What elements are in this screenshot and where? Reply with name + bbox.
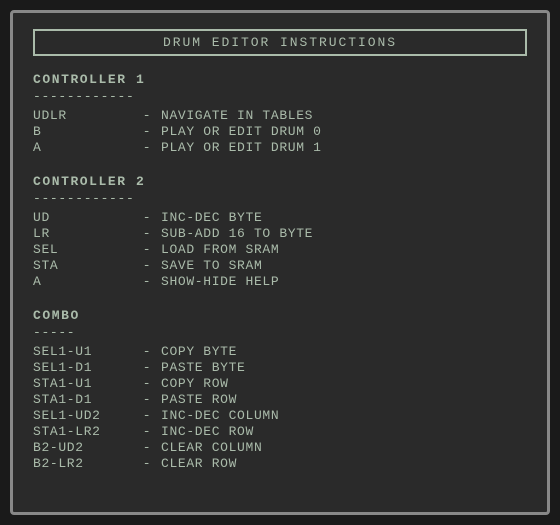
key-label: A <box>33 140 133 155</box>
instruction-row: STA1-D1-PASTE ROW <box>33 392 527 407</box>
key-label: SEL1-U1 <box>33 344 133 359</box>
instruction-desc: PLAY OR EDIT DRUM 0 <box>161 124 322 139</box>
instruction-desc: SUB-ADD 16 TO BYTE <box>161 226 313 241</box>
key-label: LR <box>33 226 133 241</box>
dash: - <box>133 456 161 471</box>
dash: - <box>133 124 161 139</box>
key-label: SEL <box>33 242 133 257</box>
dash: - <box>133 210 161 225</box>
dash: - <box>133 140 161 155</box>
instruction-row: SEL-LOAD FROM SRAM <box>33 242 527 257</box>
instruction-row: A-SHOW-HIDE HELP <box>33 274 527 289</box>
instruction-desc: CLEAR ROW <box>161 456 237 471</box>
key-label: UDLR <box>33 108 133 123</box>
instruction-desc: INC-DEC ROW <box>161 424 254 439</box>
screen: DRUM EDITOR INSTRUCTIONS CONTROLLER 1---… <box>10 10 550 515</box>
instruction-row: B2-UD2-CLEAR COLUMN <box>33 440 527 455</box>
key-label: STA1-D1 <box>33 392 133 407</box>
dash: - <box>133 258 161 273</box>
dash: - <box>133 408 161 423</box>
dash: - <box>133 108 161 123</box>
instruction-row: SEL1-U1-COPY BYTE <box>33 344 527 359</box>
instruction-desc: INC-DEC COLUMN <box>161 408 279 423</box>
instruction-desc: COPY BYTE <box>161 344 237 359</box>
dash: - <box>133 392 161 407</box>
section-label-controller2: CONTROLLER 2 <box>33 174 527 189</box>
divider-controller1: ------------ <box>33 89 527 104</box>
dash: - <box>133 440 161 455</box>
title: DRUM EDITOR INSTRUCTIONS <box>33 29 527 56</box>
spacer <box>33 290 527 298</box>
instruction-desc: SHOW-HIDE HELP <box>161 274 279 289</box>
instruction-desc: INC-DEC BYTE <box>161 210 262 225</box>
instruction-row: SEL1-D1-PASTE BYTE <box>33 360 527 375</box>
key-label: STA <box>33 258 133 273</box>
key-label: STA1-U1 <box>33 376 133 391</box>
instruction-desc: NAVIGATE IN TABLES <box>161 108 313 123</box>
spacer <box>33 156 527 164</box>
instruction-row: STA1-U1-COPY ROW <box>33 376 527 391</box>
instruction-row: B2-LR2-CLEAR ROW <box>33 456 527 471</box>
instruction-row: STA1-LR2-INC-DEC ROW <box>33 424 527 439</box>
instruction-row: UD-INC-DEC BYTE <box>33 210 527 225</box>
instruction-row: STA-SAVE TO SRAM <box>33 258 527 273</box>
key-label: B <box>33 124 133 139</box>
dash: - <box>133 344 161 359</box>
instruction-desc: LOAD FROM SRAM <box>161 242 279 257</box>
key-label: SEL1-UD2 <box>33 408 133 423</box>
dash: - <box>133 242 161 257</box>
instruction-row: SEL1-UD2-INC-DEC COLUMN <box>33 408 527 423</box>
key-label: B2-LR2 <box>33 456 133 471</box>
instruction-desc: SAVE TO SRAM <box>161 258 262 273</box>
dash: - <box>133 274 161 289</box>
dash: - <box>133 226 161 241</box>
instruction-desc: COPY ROW <box>161 376 229 391</box>
instruction-desc: PASTE BYTE <box>161 360 246 375</box>
section-label-combo: COMBO <box>33 308 527 323</box>
instruction-row: B-PLAY OR EDIT DRUM 0 <box>33 124 527 139</box>
instruction-desc: PASTE ROW <box>161 392 237 407</box>
key-label: SEL1-D1 <box>33 360 133 375</box>
divider-controller2: ------------ <box>33 191 527 206</box>
key-label: A <box>33 274 133 289</box>
instruction-desc: PLAY OR EDIT DRUM 1 <box>161 140 322 155</box>
key-label: UD <box>33 210 133 225</box>
section-label-controller1: CONTROLLER 1 <box>33 72 527 87</box>
dash: - <box>133 424 161 439</box>
instruction-desc: CLEAR COLUMN <box>161 440 262 455</box>
divider-combo: ----- <box>33 325 527 340</box>
key-label: STA1-LR2 <box>33 424 133 439</box>
key-label: B2-UD2 <box>33 440 133 455</box>
dash: - <box>133 360 161 375</box>
instruction-row: UDLR-NAVIGATE IN TABLES <box>33 108 527 123</box>
instruction-row: LR-SUB-ADD 16 TO BYTE <box>33 226 527 241</box>
dash: - <box>133 376 161 391</box>
instruction-row: A-PLAY OR EDIT DRUM 1 <box>33 140 527 155</box>
